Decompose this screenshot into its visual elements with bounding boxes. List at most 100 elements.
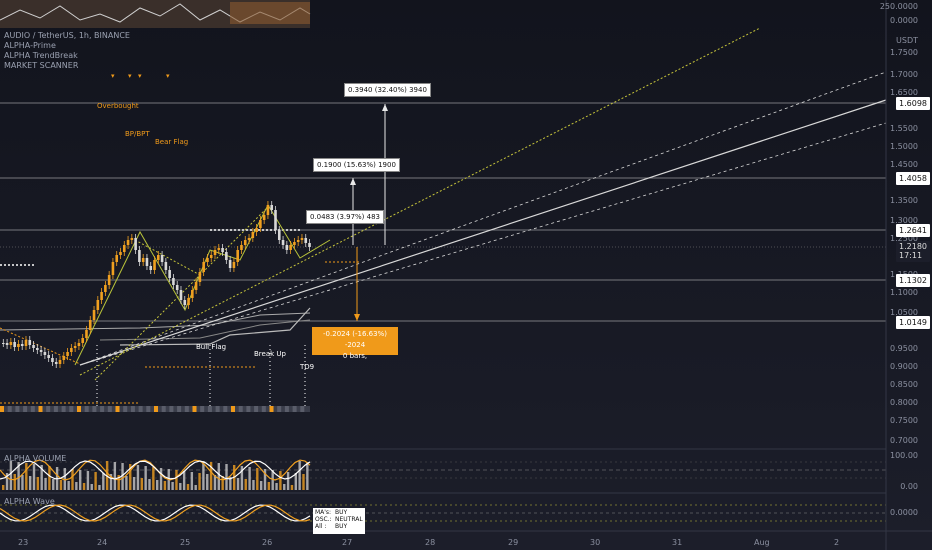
candle-body	[115, 255, 119, 262]
candle-body	[285, 245, 289, 250]
bear-flag-label: Bear Flag	[155, 138, 189, 146]
volume-bar	[252, 480, 255, 490]
volume-bar	[94, 472, 97, 490]
current-price: 1.2180	[899, 242, 927, 251]
volume-bar	[71, 469, 74, 490]
volume-bar	[302, 474, 305, 490]
time-axis-label: 31	[672, 538, 683, 547]
volume-bar	[182, 471, 186, 490]
signal-strip-cell	[61, 406, 66, 412]
scanner-strip-highlight	[230, 2, 310, 24]
signal-strip-cell	[177, 406, 182, 412]
price-axis-label: 1.7500	[890, 48, 918, 57]
candle-body	[255, 228, 258, 232]
candle-body	[2, 343, 5, 344]
volume-bar	[286, 472, 290, 490]
chart-canvas[interactable]	[0, 0, 932, 550]
price-axis-label: 1.7000	[890, 70, 918, 79]
candle-body	[157, 255, 160, 260]
volume-bar	[202, 461, 205, 490]
candle-body	[122, 245, 126, 252]
measure-down-value: -0.2024 (-16.63%) -2024	[323, 330, 387, 349]
indicator-alpha-prime[interactable]: ALPHA-Prime	[4, 41, 130, 51]
candle-body	[111, 262, 115, 275]
volume-bar	[298, 461, 301, 490]
candle-body	[54, 362, 58, 364]
candle-body	[9, 342, 13, 345]
candle-body	[149, 266, 153, 270]
scanner-value: NEUTRAL	[335, 516, 363, 523]
signal-strip-cell	[7, 406, 12, 412]
bpbpt-label: BP/BPT	[125, 130, 150, 138]
volume-bar	[75, 482, 78, 490]
symbol-title[interactable]: AUDIO / TetherUS, 1h, BINANCE	[4, 31, 130, 41]
candle-body	[130, 238, 134, 240]
volume-bar	[283, 484, 286, 490]
measure-down-bars: 0 bars,	[342, 352, 368, 360]
time-axis-label: 29	[508, 538, 519, 547]
candle-body	[240, 245, 243, 250]
volume-bar	[248, 467, 251, 490]
volume-bar	[67, 481, 70, 490]
signal-strip-cell	[192, 406, 197, 412]
price-axis-label: 0.8500	[890, 380, 918, 389]
measure-label[interactable]: 0.0483 (3.97%) 483	[306, 210, 385, 224]
signal-strip-cell	[154, 406, 158, 412]
volume-bar	[13, 474, 16, 490]
candle-body	[194, 282, 198, 290]
signal-strip-cell	[277, 406, 282, 412]
signal-strip-cell	[284, 406, 289, 412]
measure-label[interactable]: 0.3940 (32.40%) 3940	[344, 83, 431, 97]
candle-body	[81, 338, 84, 343]
price-axis-label: 1.1000	[890, 288, 918, 297]
price-tag: 1.0149	[896, 316, 930, 329]
volume-bar	[225, 464, 228, 490]
candle-body	[92, 310, 96, 320]
candle-body	[77, 343, 81, 346]
signal-strip-cell	[200, 406, 205, 412]
measure-label[interactable]: 0.1900 (15.63%) 1900	[313, 158, 400, 172]
axis-label: 0.0000	[890, 16, 918, 25]
candle-body	[179, 290, 183, 300]
candle-body	[66, 352, 69, 356]
volume-bar	[194, 485, 197, 490]
volume-bar	[9, 461, 13, 490]
signal-strip-cell	[0, 406, 4, 412]
indicator-trendbreak[interactable]: ALPHA TrendBreak	[4, 51, 130, 61]
measure-label-down[interactable]: -0.2024 (-16.63%) -2024 0 bars,	[312, 327, 398, 360]
time-axis-label: 23	[18, 538, 29, 547]
volume-bar	[44, 478, 47, 490]
candle-body	[20, 344, 24, 346]
td9-label: TD9	[300, 363, 315, 371]
candle-body	[183, 300, 187, 305]
signal-marker: ▾	[111, 72, 115, 80]
volume-bar	[275, 483, 278, 490]
candle-body	[304, 238, 308, 243]
price-tag: 1.2641	[896, 224, 930, 237]
volume-bar	[206, 474, 209, 490]
volume-bar	[59, 480, 63, 490]
candle-body	[300, 238, 304, 240]
volume-panel-title[interactable]: ALPHA VOLUME	[4, 454, 66, 463]
signal-strip-cell	[223, 406, 228, 412]
wave-panel-title[interactable]: ALPHA Wave	[4, 497, 55, 506]
scanner-key: All :	[315, 523, 327, 530]
candle-body	[62, 356, 66, 360]
signal-strip-cell	[184, 406, 189, 412]
volume-bar	[198, 473, 201, 490]
volume-bar	[98, 485, 101, 490]
candle-body	[217, 248, 221, 250]
volume-bar	[267, 482, 271, 490]
indicator-market-scanner[interactable]: MARKET SCANNER	[4, 61, 130, 71]
candle-body	[198, 272, 202, 282]
candle-body	[36, 348, 39, 350]
candle-body	[308, 243, 311, 247]
volume-bar	[163, 481, 167, 490]
volume-bar	[125, 476, 128, 490]
signal-strip-cell	[300, 406, 305, 412]
price-axis-label: 1.3500	[890, 196, 918, 205]
signal-strip-cell	[269, 406, 274, 412]
price-axis-label: 0.8000	[890, 398, 918, 407]
signal-marker: ▾	[138, 72, 142, 80]
candle-body	[228, 260, 232, 268]
